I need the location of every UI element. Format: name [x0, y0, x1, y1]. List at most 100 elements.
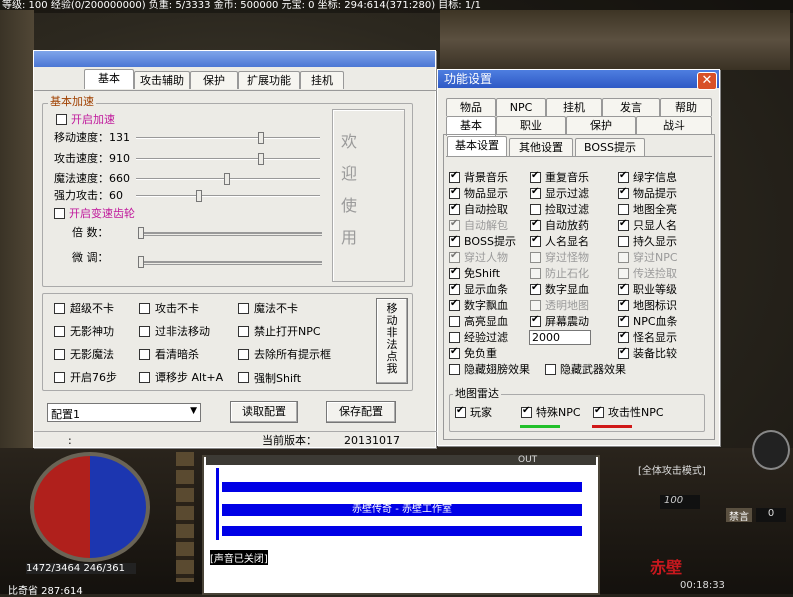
radar-player-checkbox[interactable]: [455, 405, 466, 418]
move-speed-slider[interactable]: [136, 132, 320, 144]
finetune-slider[interactable]: [138, 256, 322, 268]
assistant-window: 基本 攻击辅助 保护 扩展功能 挂机 基本加速 开启加速 移动速度：131 攻击…: [33, 50, 437, 448]
cb[interactable]: [618, 330, 629, 343]
tab-protect[interactable]: 保护: [190, 71, 238, 89]
cb[interactable]: [618, 268, 629, 279]
magic-speed-slider[interactable]: [136, 173, 320, 185]
exp-filter-input[interactable]: 2000: [529, 330, 591, 345]
cb[interactable]: [449, 250, 460, 263]
opt-checkbox[interactable]: [139, 326, 150, 337]
opt-checkbox[interactable]: [238, 372, 249, 383]
cb[interactable]: [618, 218, 629, 231]
lbl: 自动放药: [545, 219, 589, 232]
tab-extension[interactable]: 扩展功能: [238, 71, 300, 89]
opt-checkbox[interactable]: [54, 303, 65, 314]
lbl: 捡取过滤: [545, 203, 589, 216]
subtab-boss-hint[interactable]: BOSS提示: [575, 138, 645, 156]
lbl: 持久显示: [633, 235, 677, 248]
radar-hostile-npc-checkbox[interactable]: [593, 405, 604, 418]
cb[interactable]: [449, 316, 460, 327]
attack-speed-slider[interactable]: [136, 153, 320, 165]
chat-line-3: [222, 526, 582, 536]
tab-afk[interactable]: 挂机: [300, 71, 344, 89]
opt-checkbox[interactable]: [54, 349, 65, 360]
subtab-other-settings[interactable]: 其他设置: [509, 138, 573, 156]
cb[interactable]: [530, 282, 541, 295]
tab-npc[interactable]: NPC: [496, 98, 546, 116]
lbl: 地图标识: [633, 299, 677, 312]
subtab-basic-settings[interactable]: 基本设置: [447, 136, 507, 156]
close-icon[interactable]: ✕: [697, 72, 717, 90]
opt-checkbox[interactable]: [238, 326, 249, 337]
config-select[interactable]: 配置1 ▼: [47, 403, 201, 422]
tab-chat[interactable]: 发言: [602, 98, 660, 116]
power-attack-slider[interactable]: [136, 190, 320, 202]
mode-button[interactable]: 禁言: [726, 508, 752, 523]
opt-checkbox[interactable]: [238, 303, 249, 314]
cb[interactable]: [449, 266, 460, 279]
cb[interactable]: [530, 252, 541, 263]
cb[interactable]: [618, 252, 629, 263]
cb[interactable]: [530, 314, 541, 327]
cb[interactable]: [618, 236, 629, 247]
tab-battle[interactable]: 战斗: [636, 116, 712, 134]
tab-items[interactable]: 物品: [446, 98, 496, 116]
chevron-down-icon[interactable]: ▼: [190, 406, 197, 416]
cb[interactable]: [618, 170, 629, 183]
opt-checkbox[interactable]: [238, 349, 249, 360]
enable-speed-checkbox[interactable]: [56, 114, 67, 125]
lbl: 传送捡取: [633, 267, 677, 280]
cb[interactable]: [530, 218, 541, 231]
cb[interactable]: [449, 186, 460, 199]
hide-wing-checkbox[interactable]: [449, 364, 460, 375]
cb[interactable]: [618, 314, 629, 327]
window-title[interactable]: 功能设置: [438, 70, 719, 88]
lbl: 自动捡取: [464, 203, 508, 216]
radar-hostile-npc-label: 攻击性NPC: [608, 406, 664, 419]
opt-checkbox[interactable]: [139, 303, 150, 314]
attack-mode[interactable]: [全体攻击模式]: [638, 462, 706, 477]
multiplier-slider[interactable]: [138, 227, 322, 239]
cb[interactable]: [618, 186, 629, 199]
cb[interactable]: [449, 346, 460, 359]
tab-basic[interactable]: 基本: [84, 69, 134, 89]
cb[interactable]: [449, 332, 460, 343]
cb[interactable]: [530, 170, 541, 183]
cb-bg-music[interactable]: [449, 170, 460, 183]
lbl: 经验过滤: [464, 331, 508, 344]
cb[interactable]: [618, 346, 629, 359]
save-config-button[interactable]: 保存配置: [326, 401, 396, 423]
tab-protect[interactable]: 保护: [566, 116, 636, 134]
cb[interactable]: [449, 298, 460, 311]
tab-strip: 基本 攻击辅助 保护 扩展功能 挂机: [34, 69, 437, 91]
tab-help[interactable]: 帮助: [660, 98, 712, 116]
tray-label[interactable]: OUT: [518, 455, 537, 465]
opt-checkbox[interactable]: [54, 326, 65, 337]
opt-checkbox[interactable]: [139, 349, 150, 360]
read-config-button[interactable]: 读取配置: [230, 401, 298, 423]
cb[interactable]: [449, 282, 460, 295]
cb[interactable]: [530, 204, 541, 215]
move-illegal-button[interactable]: 移 动 非 法 点 我: [376, 298, 408, 384]
cb[interactable]: [449, 218, 460, 231]
opt-checkbox[interactable]: [139, 372, 150, 383]
cb[interactable]: [530, 234, 541, 247]
tab-attack-assist[interactable]: 攻击辅助: [134, 71, 190, 89]
tab-afk[interactable]: 挂机: [546, 98, 602, 116]
side-icons: [176, 452, 194, 582]
gear-checkbox[interactable]: [54, 208, 65, 219]
cb[interactable]: [530, 268, 541, 279]
cb[interactable]: [449, 234, 460, 247]
window-titlebar[interactable]: [34, 51, 435, 67]
tab-basic[interactable]: 基本: [446, 116, 496, 136]
cb[interactable]: [449, 202, 460, 215]
cb[interactable]: [618, 282, 629, 295]
cb[interactable]: [530, 300, 541, 311]
radar-special-npc-checkbox[interactable]: [521, 405, 532, 418]
cb[interactable]: [618, 298, 629, 311]
hide-weapon-checkbox[interactable]: [545, 364, 556, 375]
tab-class[interactable]: 职业: [496, 116, 566, 134]
opt-checkbox[interactable]: [54, 372, 65, 383]
cb[interactable]: [530, 186, 541, 199]
cb[interactable]: [618, 204, 629, 215]
